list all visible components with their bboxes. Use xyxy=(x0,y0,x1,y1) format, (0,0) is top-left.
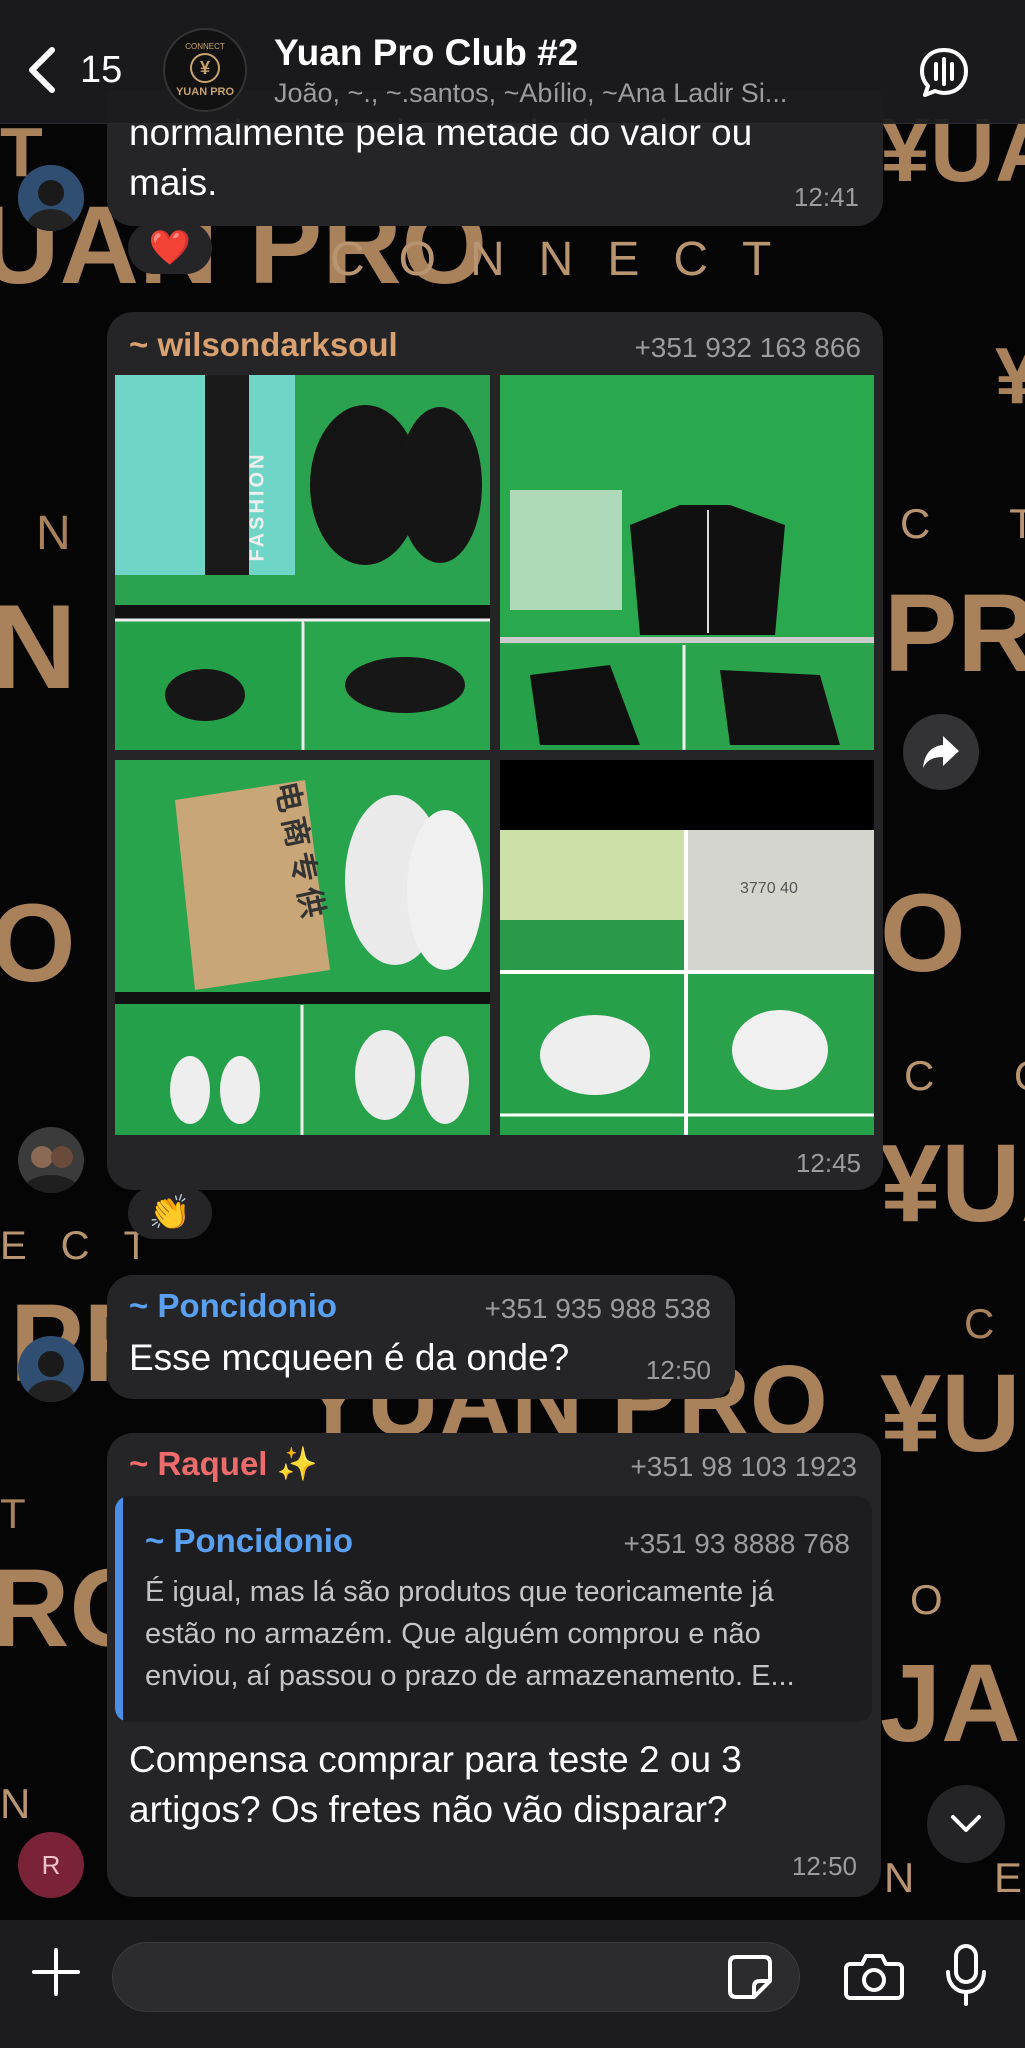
sender-avatar[interactable] xyxy=(18,1336,84,1402)
sender-avatar[interactable] xyxy=(18,1127,84,1193)
wallpaper-connect: CONNECT xyxy=(330,233,806,286)
sticker-icon[interactable] xyxy=(726,1953,774,2001)
wallpaper-text: N xyxy=(36,507,71,560)
sender-name[interactable]: ~ wilsondarksoul xyxy=(129,326,398,364)
sender-name[interactable]: ~ Poncidonio xyxy=(129,1287,337,1325)
quote-text: enviou, aí passou o prazo de armazenamen… xyxy=(145,1660,795,1692)
message-time: 12:50 xyxy=(791,1851,857,1881)
quote-sender: ~ Poncidonio xyxy=(145,1522,354,1559)
wallpaper-text: O xyxy=(880,872,966,995)
back-button[interactable]: 15 xyxy=(22,40,122,100)
wallpaper-text: JAI xyxy=(880,1642,1025,1765)
album-photo[interactable]: 电商专供 xyxy=(115,760,490,1135)
reply-quote[interactable]: ~ Poncidonio +351 93 8888 768 É igual, m… xyxy=(115,1496,872,1722)
wallpaper-text: O N xyxy=(910,1576,1025,1623)
chat-title[interactable]: Yuan Pro Club #2 xyxy=(274,32,578,74)
wallpaper-text: N xyxy=(0,580,77,714)
message-text: mais. xyxy=(129,162,218,203)
sender-phone: +351 932 163 866 xyxy=(634,332,861,363)
back-chevron-icon xyxy=(29,47,55,93)
wallpaper-text: ¥UA xyxy=(880,1122,1025,1245)
avatar-top-text: CONNECT xyxy=(185,42,225,51)
yen-logo-icon: ¥ xyxy=(190,53,220,83)
unread-count: 15 xyxy=(80,48,123,91)
wallpaper-text: C T xyxy=(900,500,1025,547)
photo-label: FASHION xyxy=(246,451,269,562)
wallpaper-text: ¥ xyxy=(995,331,1025,420)
message-time: 12:45 xyxy=(795,1148,861,1178)
photo-black-hoodie xyxy=(500,375,874,750)
plus-icon[interactable] xyxy=(30,1946,82,1998)
sender-avatar[interactable]: R xyxy=(18,1832,84,1898)
reaction-heart[interactable]: ❤️ xyxy=(128,222,212,274)
photo-black-sneakers xyxy=(115,375,490,750)
wallpaper-text: C xyxy=(964,1300,995,1347)
group-avatar[interactable]: CONNECT ¥ YUAN PRO xyxy=(163,28,247,112)
quote-phone: +351 93 8888 768 xyxy=(623,1528,850,1559)
avatar-brand: YUAN PRO xyxy=(175,86,235,98)
camera-icon[interactable] xyxy=(844,1950,904,2002)
sender-avatar[interactable] xyxy=(18,165,84,231)
message-time: 12:50 xyxy=(645,1355,711,1385)
photo-label: 3770 40 xyxy=(740,880,798,897)
photo-white-sneakers-grid xyxy=(500,760,874,1135)
message-input[interactable] xyxy=(112,1942,800,2012)
sender-phone: +351 98 103 1923 xyxy=(630,1451,857,1482)
quote-bar xyxy=(115,1496,123,1722)
chat-members[interactable]: João, ~., ~.santos, ~Abílio, ~Ana Ladir … xyxy=(274,78,854,109)
quote-text: É igual, mas lá são produtos que teorica… xyxy=(145,1576,774,1608)
album-photo[interactable] xyxy=(500,375,874,750)
message-bubble[interactable]: ~ Poncidonio +351 935 988 538 Esse mcque… xyxy=(107,1275,735,1399)
message-text: artigos? Os fretes não vão disparar? xyxy=(129,1789,728,1830)
chat-header: 15 CONNECT ¥ YUAN PRO Yuan Pro Club #2 J… xyxy=(0,0,1025,124)
wallpaper-text: ¥U xyxy=(880,1352,1021,1475)
call-waveform-icon[interactable] xyxy=(918,46,970,98)
mic-icon[interactable] xyxy=(944,1944,988,2006)
forward-icon xyxy=(923,736,959,768)
reaction-clap[interactable]: 👏 xyxy=(128,1187,212,1239)
sender-name[interactable]: ~ Raquel ✨ xyxy=(129,1445,318,1484)
message-text: Esse mcqueen é da onde? xyxy=(129,1337,570,1378)
scroll-down-button[interactable] xyxy=(927,1785,1005,1863)
chevron-down-icon xyxy=(951,1815,981,1832)
wallpaper-text: PRO xyxy=(884,572,1025,695)
album-photo[interactable]: 3770 40 xyxy=(500,760,874,1135)
wallpaper-text: C O xyxy=(904,1052,1025,1099)
message-text: Compensa comprar para teste 2 ou 3 xyxy=(129,1739,742,1780)
wallpaper-text: O xyxy=(0,882,76,1005)
album-photo[interactable]: FASHION xyxy=(115,375,490,750)
avatar-letter: R xyxy=(41,1849,61,1880)
sender-phone: +351 935 988 538 xyxy=(484,1293,711,1324)
quote-text: estão no armazém. Que alguém comprou e n… xyxy=(145,1618,761,1650)
wallpaper-text: T xyxy=(0,1490,26,1537)
forward-button[interactable] xyxy=(903,714,979,790)
message-time: 12:41 xyxy=(793,182,859,212)
